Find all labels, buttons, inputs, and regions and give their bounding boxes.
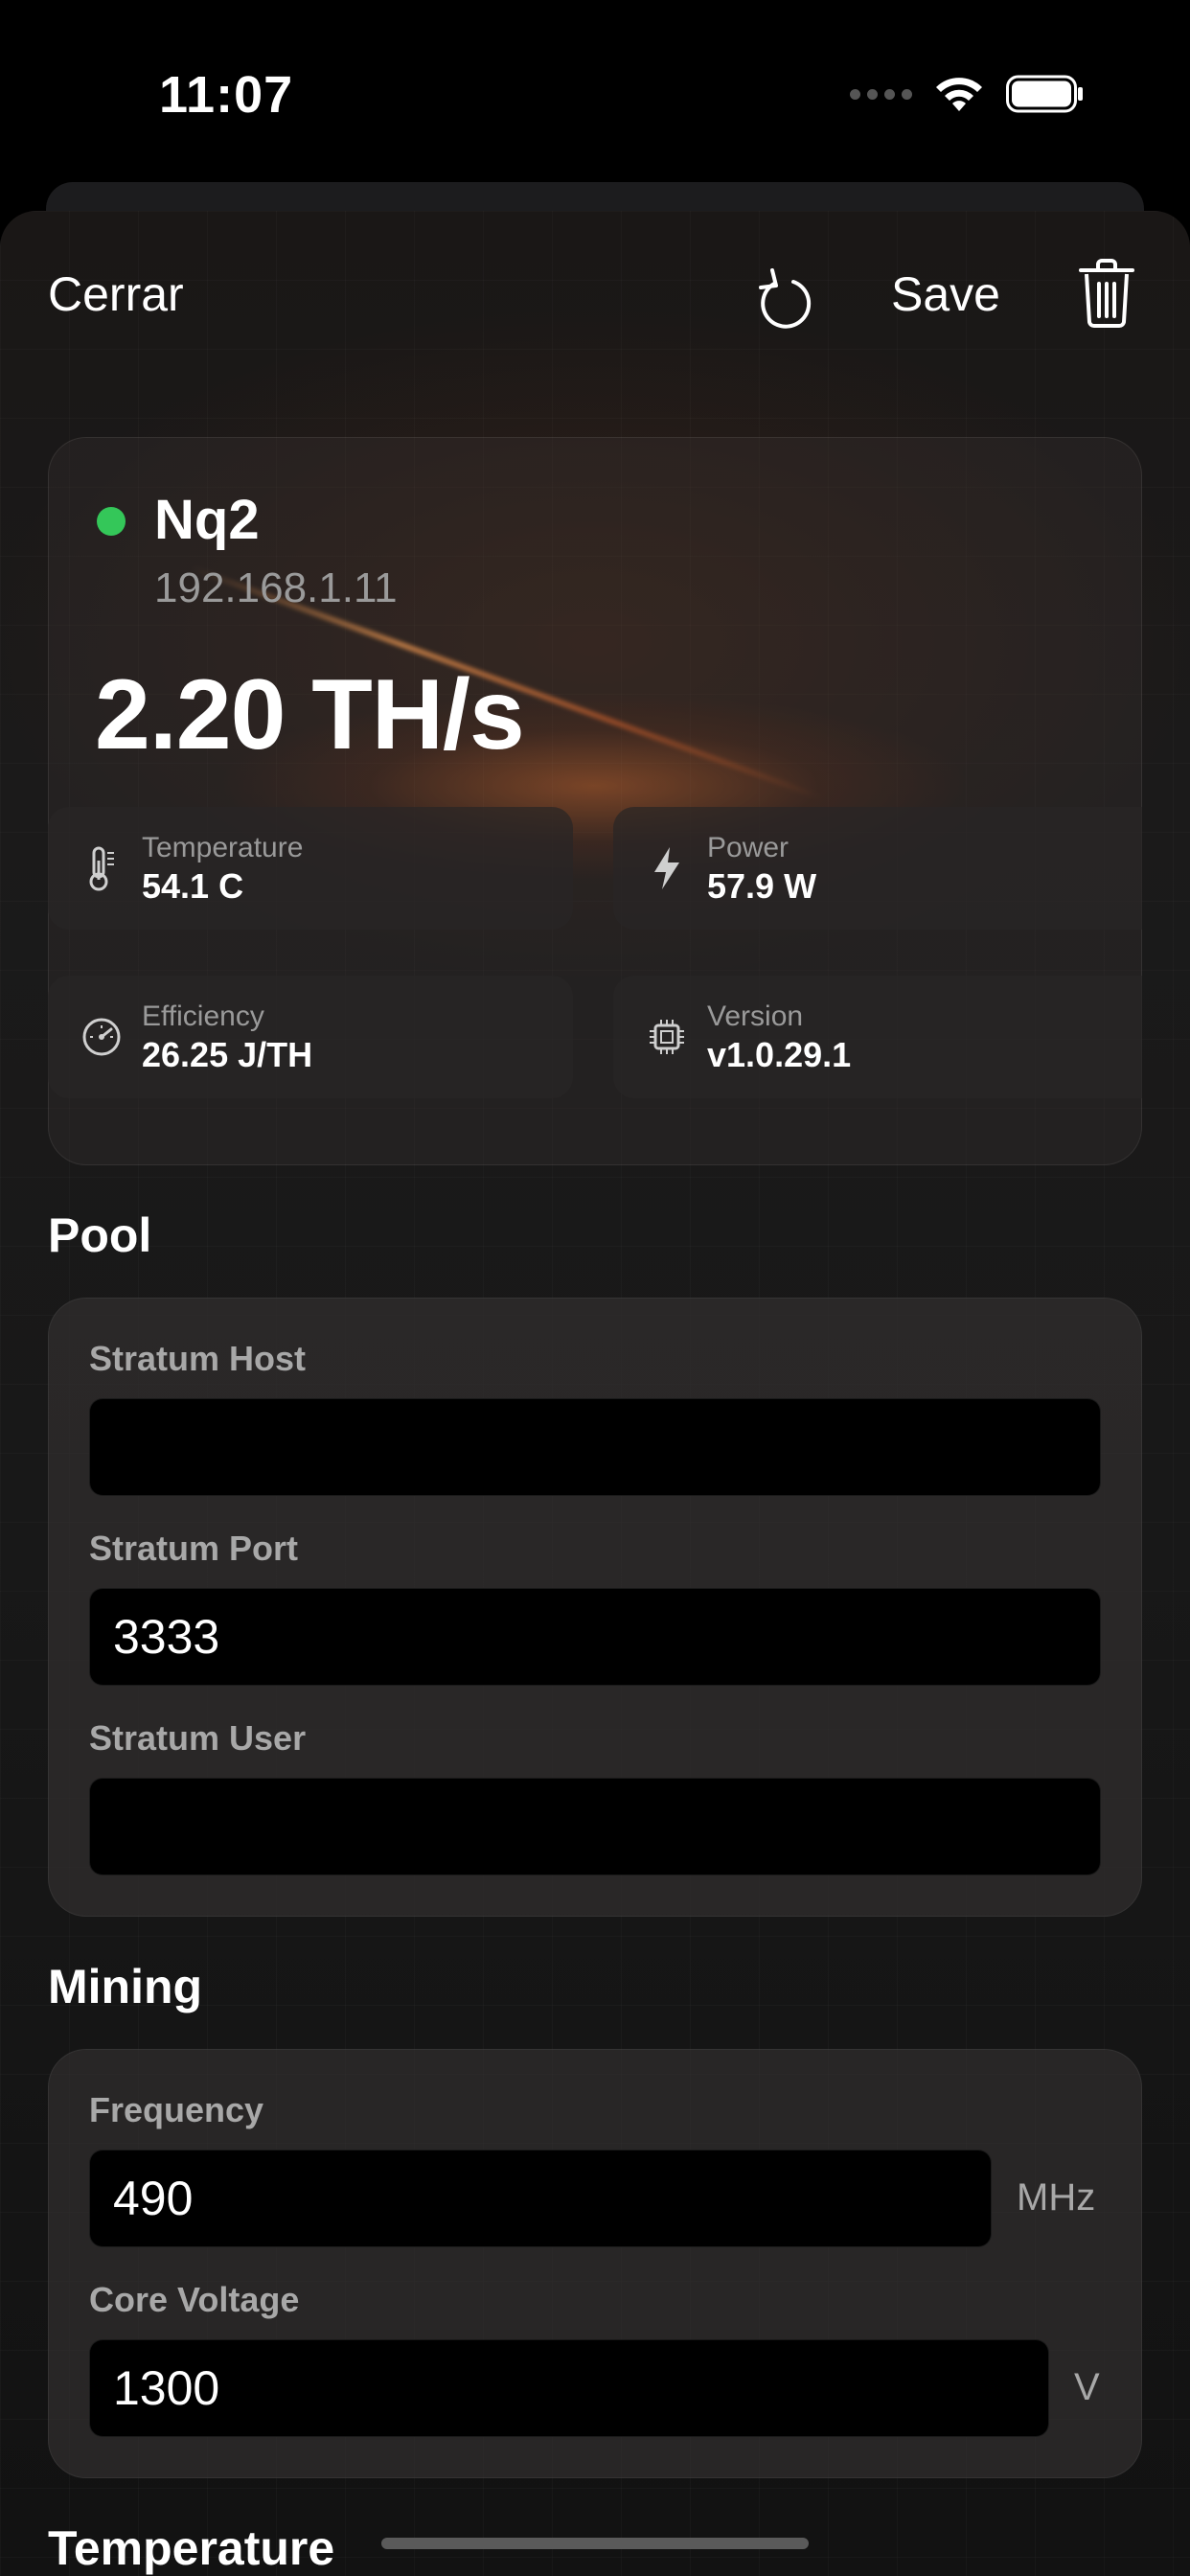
efficiency-stat: Efficiency 26.25 J/TH — [48, 976, 573, 1098]
temperature-value: 54.1 C — [142, 866, 244, 906]
wifi-icon — [936, 78, 982, 111]
frequency-unit: MHz — [1017, 2176, 1096, 2219]
delete-button[interactable] — [1073, 255, 1140, 332]
bolt-icon — [654, 847, 679, 889]
mining-section-title: Mining — [48, 1960, 203, 2013]
sheet-navigation-bar: Cerrar Save — [0, 211, 1190, 383]
battery-icon — [1006, 75, 1083, 113]
temperature-label: Temperature — [142, 832, 304, 863]
stratum-host-label: Stratum Host — [89, 1339, 307, 1378]
pool-settings-group: Stratum Host Stratum Port 3333 Stratum U… — [48, 1298, 1142, 1917]
stratum-user-label: Stratum User — [89, 1718, 307, 1758]
chip-icon — [650, 1020, 684, 1054]
thermometer-icon — [89, 846, 114, 891]
stratum-host-input[interactable] — [89, 1398, 1101, 1496]
stratum-port-label: Stratum Port — [89, 1529, 299, 1568]
status-icons — [850, 75, 1085, 113]
efficiency-value: 26.25 J/TH — [142, 1035, 313, 1074]
frequency-input[interactable]: 490 — [89, 2150, 992, 2247]
temperature-stat: Temperature 54.1 C — [48, 807, 573, 930]
reset-button[interactable] — [749, 259, 818, 335]
gauge-icon — [82, 1018, 121, 1056]
mining-settings-group: Frequency 490 MHz Core Voltage 1300 V — [48, 2049, 1142, 2478]
device-ip: 192.168.1.11 — [154, 564, 398, 611]
frequency-label: Frequency — [89, 2090, 264, 2129]
clock: 11:07 — [159, 66, 294, 124]
device-settings-sheet: Cerrar Save Nq2 192.168.1.11 2.20 TH/s T… — [0, 211, 1190, 2576]
core-voltage-label: Core Voltage — [89, 2280, 300, 2319]
version-value: v1.0.29.1 — [707, 1035, 852, 1074]
online-status-dot — [97, 507, 126, 536]
home-indicator[interactable] — [381, 2538, 809, 2549]
power-value: 57.9 W — [707, 866, 817, 906]
version-label: Version — [707, 1000, 804, 1032]
core-voltage-unit: V — [1074, 2366, 1100, 2408]
efficiency-label: Efficiency — [142, 1000, 264, 1032]
reset-icon — [759, 268, 812, 329]
temperature-section-title: Temperature — [48, 2521, 335, 2575]
close-button[interactable]: Cerrar — [48, 266, 184, 322]
stratum-port-input[interactable]: 3333 — [89, 1588, 1101, 1686]
stratum-user-input[interactable] — [89, 1778, 1101, 1875]
status-bar: 11:07 — [0, 0, 1190, 182]
save-button[interactable]: Save — [891, 266, 1000, 322]
pool-section-title: Pool — [48, 1208, 152, 1262]
core-voltage-input[interactable]: 1300 — [89, 2339, 1049, 2437]
power-label: Power — [707, 832, 790, 863]
trash-icon — [1079, 259, 1134, 328]
version-stat: Version v1.0.29.1 — [613, 976, 1142, 1098]
power-stat: Power 57.9 W — [613, 807, 1142, 930]
screen: 11:07 Cerrar Save Nq2 192.168.1.11 2.20 … — [0, 0, 1190, 2576]
cellular-signal-icon — [850, 88, 912, 100]
device-name: Nq2 — [154, 489, 260, 551]
hashrate: 2.20 TH/s — [95, 659, 525, 770]
